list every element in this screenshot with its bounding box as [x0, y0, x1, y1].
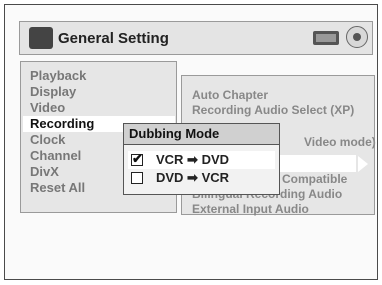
menu-item-playback[interactable]: Playback [30, 68, 86, 84]
page-title: General Setting [58, 30, 169, 47]
menu-item-clock[interactable]: Clock [30, 132, 65, 148]
menu-item-channel[interactable]: Channel [30, 148, 81, 164]
submenu-item-external-input-audio[interactable]: External Input Audio [192, 202, 309, 217]
disc-icon [346, 26, 368, 48]
option-label: VCR ➡ DVD [156, 152, 230, 167]
submenu-item-dubbing-mode[interactable]: e [282, 156, 289, 171]
menu-item-video[interactable]: Video [30, 100, 65, 116]
dubbing-mode-popup: Dubbing Mode ✔ VCR ➡ DVD DVD ➡ VCR [123, 123, 280, 195]
checkbox-checked-icon[interactable]: ✔ [131, 152, 143, 166]
submenu-item-recording-audio-select[interactable]: Recording Audio Select (XP) [192, 103, 354, 118]
checkbox-unchecked-icon[interactable] [131, 172, 143, 184]
option-dvd-to-vcr[interactable]: DVD ➡ VCR [128, 169, 275, 187]
menu-item-reset-all[interactable]: Reset All [30, 180, 85, 196]
setup-screen: General Setting Playback Display Video R… [4, 4, 378, 280]
submenu-item-video-mode[interactable]: Video mode) [304, 135, 376, 150]
submenu-item-auto-chapter[interactable]: Auto Chapter [192, 88, 268, 103]
title-bar: General Setting [19, 21, 373, 55]
wrench-icon [29, 27, 53, 49]
option-label: DVD ➡ VCR [156, 170, 230, 185]
popup-title: Dubbing Mode [124, 124, 279, 145]
right-arrow-icon [358, 156, 368, 172]
menu-item-divx[interactable]: DivX [30, 164, 59, 180]
submenu-item-compatible[interactable]: Compatible [282, 172, 347, 187]
dvd-badge-icon [313, 31, 339, 45]
menu-item-display[interactable]: Display [30, 84, 76, 100]
option-vcr-to-dvd[interactable]: ✔ VCR ➡ DVD [128, 151, 275, 169]
